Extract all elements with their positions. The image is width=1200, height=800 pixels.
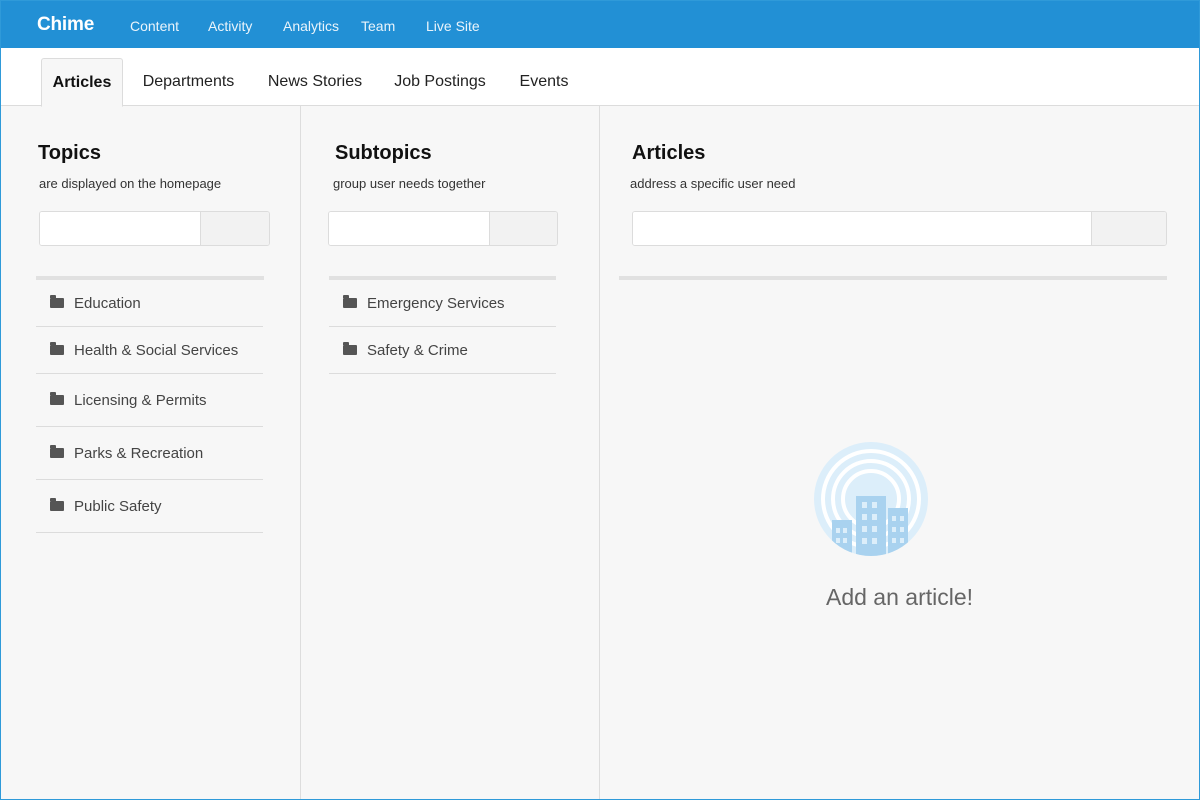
nav-team[interactable]: Team xyxy=(361,18,395,34)
articles-search xyxy=(632,211,1167,246)
topic-item-education[interactable]: Education xyxy=(36,280,263,327)
subtopics-search-button[interactable] xyxy=(489,212,557,245)
subtopic-label: Emergency Services xyxy=(367,294,505,312)
articles-title: Articles xyxy=(632,142,706,164)
folder-icon xyxy=(50,342,64,355)
empty-state-message: Add an article! xyxy=(825,584,974,610)
topics-search xyxy=(39,211,270,246)
topic-item-licensing-permits[interactable]: Licensing & Permits xyxy=(36,374,263,427)
articles-divider xyxy=(619,276,1167,280)
topic-label: Parks & Recreation xyxy=(74,444,204,462)
topic-item-health-social-services[interactable]: Health & Social Services xyxy=(36,327,263,374)
content-type-tabs: Articles Departments News Stories Job Po… xyxy=(1,48,1199,107)
articles-subtitle: address a specific user need xyxy=(630,176,796,191)
topics-search-input[interactable] xyxy=(40,212,200,245)
nav-analytics[interactable]: Analytics xyxy=(283,18,339,34)
subtopics-subtitle: group user needs together xyxy=(333,176,486,191)
topic-item-parks-recreation[interactable]: Parks & Recreation xyxy=(36,427,263,480)
app-window: Chime Content Activity Analytics Team Li… xyxy=(0,0,1200,800)
empty-state-illustration xyxy=(814,442,928,556)
topic-label: Licensing & Permits xyxy=(74,391,207,409)
folder-icon xyxy=(50,498,64,511)
subtopic-item-emergency-services[interactable]: Emergency Services xyxy=(329,280,556,327)
subtopic-item-safety-crime[interactable]: Safety & Crime xyxy=(329,327,556,374)
tab-articles[interactable]: Articles xyxy=(41,58,123,107)
folder-icon xyxy=(50,445,64,458)
subtopics-search xyxy=(328,211,558,246)
articles-search-button[interactable] xyxy=(1091,212,1166,245)
subtopic-label: Safety & Crime xyxy=(367,341,468,359)
topics-list: Education Health & Social Services Licen… xyxy=(36,280,263,533)
topic-label: Education xyxy=(74,294,141,312)
subtopics-column: Subtopics group user needs together Emer… xyxy=(301,106,600,799)
folder-icon xyxy=(343,342,357,355)
topic-label: Health & Social Services xyxy=(74,341,239,359)
topics-title: Topics xyxy=(38,142,101,164)
tab-news-stories[interactable]: News Stories xyxy=(259,58,371,106)
topic-item-public-safety[interactable]: Public Safety xyxy=(36,480,263,533)
topic-label: Public Safety xyxy=(74,497,162,515)
subtopics-list: Emergency Services Safety & Crime xyxy=(329,280,556,374)
city-buildings-icon xyxy=(812,440,930,558)
folder-icon xyxy=(50,392,64,405)
folder-icon xyxy=(50,295,64,308)
tab-departments[interactable]: Departments xyxy=(131,58,246,106)
top-navigation-bar: Chime Content Activity Analytics Team Li… xyxy=(1,1,1199,48)
tab-job-postings[interactable]: Job Postings xyxy=(385,58,495,106)
nav-live-site[interactable]: Live Site xyxy=(426,18,480,34)
tab-events[interactable]: Events xyxy=(509,58,579,106)
nav-activity[interactable]: Activity xyxy=(208,18,252,34)
subtopics-search-input[interactable] xyxy=(329,212,489,245)
topics-column: Topics are displayed on the homepage Edu… xyxy=(1,106,301,799)
nav-content[interactable]: Content xyxy=(130,18,179,34)
topics-search-button[interactable] xyxy=(200,212,269,245)
articles-search-input[interactable] xyxy=(633,212,1091,245)
subtopics-title: Subtopics xyxy=(335,142,432,164)
brand-logo[interactable]: Chime xyxy=(37,14,94,36)
articles-column: Articles address a specific user need Ad… xyxy=(600,106,1199,799)
folder-icon xyxy=(343,295,357,308)
topics-subtitle: are displayed on the homepage xyxy=(39,176,222,191)
